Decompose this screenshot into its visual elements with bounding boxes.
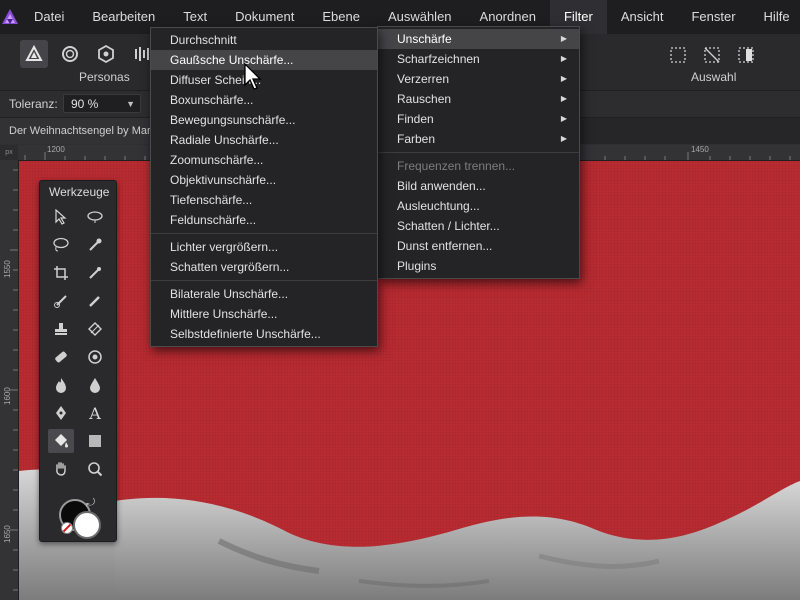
blur-item-maximum[interactable]: Lichter vergrößern... <box>151 237 377 257</box>
filter-menu-item-bild-anwenden[interactable]: Bild anwenden... <box>378 176 579 196</box>
blur-brush-tool-icon[interactable] <box>82 373 108 397</box>
blur-item-depth-of-field[interactable]: Tiefenschärfe... <box>151 190 377 210</box>
filter-menu-item-verzerren[interactable]: Verzerren ▶ <box>378 69 579 89</box>
menu-item-label: Unschärfe <box>397 32 452 46</box>
document-tab[interactable]: Der Weihnachtsengel by Mar <box>0 118 150 144</box>
no-color-icon[interactable] <box>61 522 73 534</box>
zoom-tool-icon[interactable] <box>82 457 108 481</box>
blur-item-zoom-blur[interactable]: Zoomunschärfe... <box>151 150 377 170</box>
affinity-photo-logo-icon[interactable] <box>0 0 20 34</box>
menu-separator <box>151 233 377 234</box>
filter-menu-item-rauschen[interactable]: Rauschen ▶ <box>378 89 579 109</box>
filter-menu-item-frequenzen-trennen: Frequenzen trennen... <box>397 159 516 173</box>
swap-colors-icon[interactable]: ⤾ <box>86 497 95 510</box>
move-tool-icon[interactable] <box>48 205 74 229</box>
tools-panel-title: Werkzeuge <box>49 185 110 199</box>
selection-brush-icon[interactable] <box>82 233 108 257</box>
filter-menu-item-finden[interactable]: Finden ▶ <box>378 109 579 129</box>
menu-item-label: Verzerren <box>397 72 450 86</box>
paint-brush-tool-icon[interactable] <box>48 289 74 313</box>
filter-menu-item-dunst-entfernen[interactable]: Dunst entfernen... <box>378 236 579 256</box>
blur-item-motion-blur[interactable]: Bewegungsunschärfe... <box>151 110 377 130</box>
view-tool-icon[interactable] <box>82 205 108 229</box>
filter-menu-item-plugins[interactable]: Plugins <box>378 256 579 276</box>
filter-menu-dropdown: Unschärfe ▶ Scharfzeichnen ▶ Verzerren ▶ Ra… <box>377 26 580 279</box>
filter-menu-item-farben[interactable]: Farben ▶ <box>378 129 579 149</box>
ruler-unit: px <box>0 145 18 160</box>
ruler-left-label: 1650 <box>3 525 12 543</box>
filter-menu-item-scharfzeichnen[interactable]: Scharfzeichnen ▶ <box>378 49 579 69</box>
auswahl-label: Auswahl <box>691 70 737 84</box>
submenu-arrow-icon: ▶ <box>560 114 567 123</box>
invert-selection-icon[interactable] <box>733 42 759 68</box>
red-eye-tool-icon[interactable] <box>82 345 108 369</box>
menu-separator <box>378 152 579 153</box>
eyedropper-tool-icon[interactable] <box>82 261 108 285</box>
blur-item-field-blur[interactable]: Feldunschärfe... <box>151 210 377 230</box>
healing-brush-tool-icon[interactable] <box>82 317 108 341</box>
menu-item-label: Scharfzeichnen <box>397 52 480 66</box>
menu-hilfe[interactable]: Hilfe <box>750 0 800 34</box>
mouse-pointer-icon <box>244 62 264 94</box>
lasso-tool-icon[interactable] <box>48 233 74 257</box>
filter-menu-item-ausleuchtung[interactable]: Ausleuchtung... <box>378 196 579 216</box>
ruler-left-label: 1600 <box>3 387 12 405</box>
submenu-arrow-icon: ▶ <box>560 134 567 143</box>
tolerance-value: 90 % <box>71 97 99 111</box>
submenu-arrow-icon: ▶ <box>560 54 567 63</box>
blur-item-diffuse-glow[interactable]: Diffuser Schein... <box>151 70 377 90</box>
ruler-top-label: 1450 <box>691 145 709 154</box>
personas-label: Personas <box>79 70 130 84</box>
ruler-top-label: 1200 <box>47 145 65 154</box>
menu-datei[interactable]: Datei <box>20 0 78 34</box>
submenu-arrow-icon: ▶ <box>560 94 567 103</box>
pixel-brush-tool-icon[interactable] <box>82 289 108 313</box>
tolerance-dropdown[interactable]: 90 % ▼ <box>63 94 141 113</box>
menu-item-label: Finden <box>397 112 434 126</box>
patch-tool-icon[interactable] <box>48 345 74 369</box>
clone-stamp-tool-icon[interactable] <box>48 317 74 341</box>
blur-item-median-blur[interactable]: Mittlere Unschärfe... <box>151 304 377 324</box>
chevron-down-icon: ▼ <box>126 99 135 109</box>
blur-item-lens-blur[interactable]: Objektivunschärfe... <box>151 170 377 190</box>
blur-item-durchschnitt[interactable]: Durchschnitt <box>151 30 377 50</box>
crop-tool-icon[interactable] <box>48 261 74 285</box>
flood-fill-tool-icon[interactable] <box>48 429 74 453</box>
menu-fenster[interactable]: Fenster <box>677 0 749 34</box>
menu-separator <box>151 280 377 281</box>
submenu-arrow-icon: ▶ <box>560 74 567 83</box>
text-tool-icon[interactable]: A <box>82 401 108 425</box>
tools-panel: Werkzeuge A ⤾ <box>39 180 117 542</box>
blur-item-bilateral-blur[interactable]: Bilaterale Unschärfe... <box>151 284 377 304</box>
burn-tool-icon[interactable] <box>48 373 74 397</box>
filter-menu-item-schatten-lichter[interactable]: Schatten / Lichter... <box>378 216 579 236</box>
secondary-color-swatch[interactable] <box>73 511 101 539</box>
blur-submenu: Durchschnitt Gaußsche Unschärfe... Diffu… <box>150 27 378 347</box>
liquify-persona-icon[interactable] <box>56 40 84 68</box>
submenu-arrow-icon: ▶ <box>560 34 567 43</box>
rectangle-tool-icon[interactable] <box>82 429 108 453</box>
photo-persona-icon[interactable] <box>20 40 48 68</box>
ruler-vertical[interactable]: 1550 1600 1650 <box>0 160 19 600</box>
deselect-icon[interactable] <box>699 42 725 68</box>
blur-item-box-blur[interactable]: Boxunschärfe... <box>151 90 377 110</box>
ruler-left-label: 1550 <box>3 260 12 278</box>
blur-item-radial-blur[interactable]: Radiale Unschärfe... <box>151 130 377 150</box>
filter-menu-item-unschaerfe[interactable]: Unschärfe ▶ <box>378 29 579 49</box>
menu-item-label: Rauschen <box>397 92 452 106</box>
menu-ansicht[interactable]: Ansicht <box>607 0 678 34</box>
select-all-icon[interactable] <box>665 42 691 68</box>
tolerance-label: Toleranz: <box>9 97 58 111</box>
blur-item-minimum[interactable]: Schatten vergrößern... <box>151 257 377 277</box>
pen-tool-icon[interactable] <box>48 401 74 425</box>
blur-item-custom-blur[interactable]: Selbstdefinierte Unschärfe... <box>151 324 377 344</box>
hand-tool-icon[interactable] <box>48 457 74 481</box>
menu-item-label: Farben <box>397 132 436 146</box>
develop-persona-icon[interactable] <box>92 40 120 68</box>
blur-item-gaussian-blur[interactable]: Gaußsche Unschärfe... <box>151 50 377 70</box>
